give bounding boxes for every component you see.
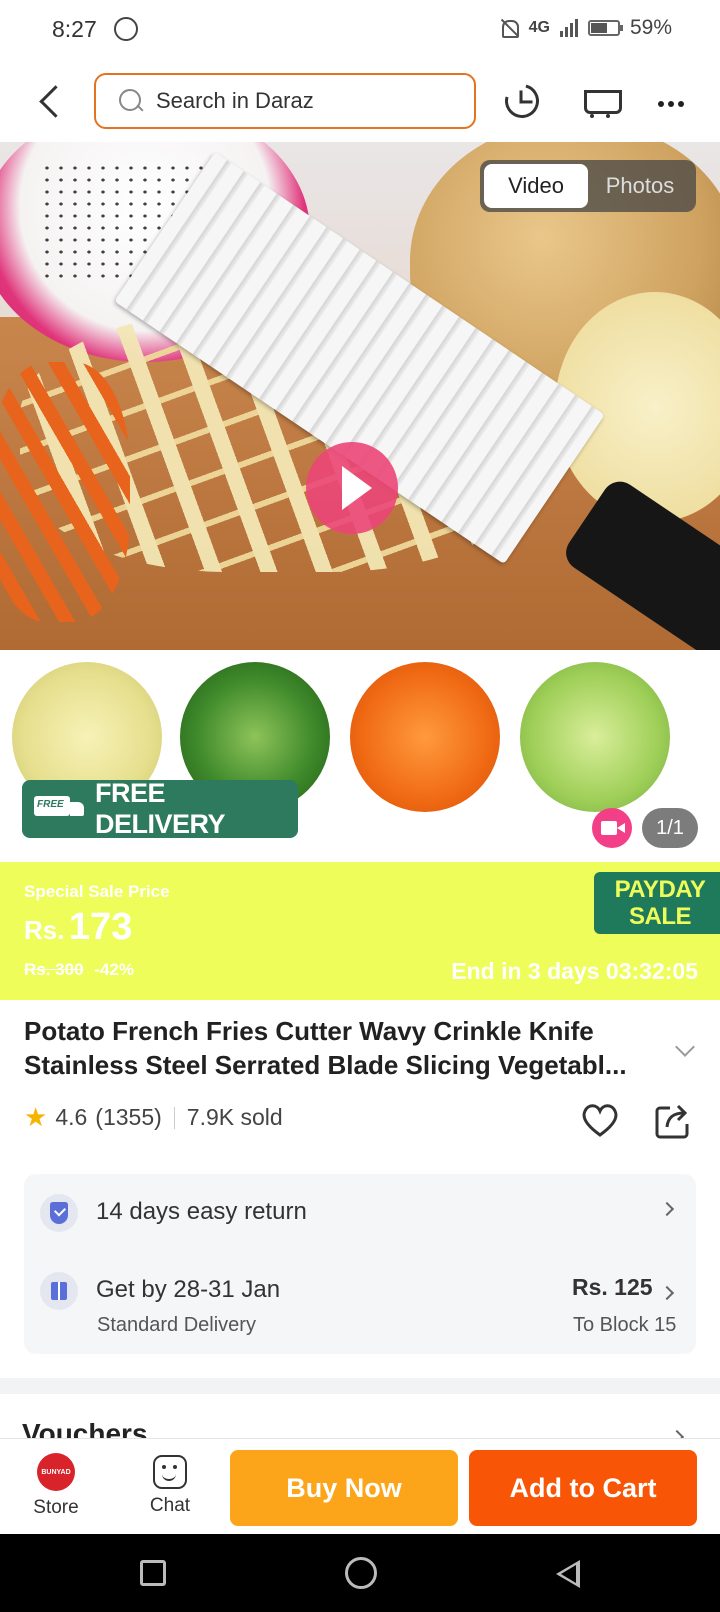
- divider: [173, 1106, 175, 1129]
- carrot-slices-image: [0, 362, 130, 622]
- payday-sale-badge: PAYDAY SALE: [594, 872, 720, 934]
- section-divider: [0, 1378, 720, 1394]
- sale-banner: Special Sale Price Rs. 173 Rs. 300 -42% …: [0, 862, 720, 1000]
- status-time: 8:27: [52, 16, 97, 42]
- system-nav-bar: [0, 1534, 720, 1612]
- shield-check-icon: [40, 1194, 78, 1232]
- tab-video[interactable]: Video: [484, 164, 588, 208]
- badge-line-2: SALE: [628, 903, 692, 930]
- bottom-action-bar: BUNYAD Store Chat Buy Now Add to Cart: [0, 1438, 720, 1534]
- search-icon: [118, 88, 144, 114]
- free-delivery-badge: FREE FREE DELIVERY: [22, 778, 298, 839]
- return-policy-row[interactable]: 14 days easy return: [24, 1182, 696, 1242]
- signal-icon: [559, 19, 578, 37]
- chat-button[interactable]: Chat: [140, 1453, 200, 1525]
- star-icon: ★: [24, 1102, 48, 1132]
- search-placeholder: Search in Daraz: [156, 88, 314, 113]
- history-icon[interactable]: [498, 77, 546, 125]
- thumbnail-strip: FREE FREE DELIVERY 1/1: [0, 650, 720, 862]
- badge-line-1: PAYDAY: [614, 876, 706, 903]
- bell-off-icon: [499, 18, 519, 38]
- free-delivery-label: FREE DELIVERY: [94, 778, 226, 839]
- delivery-card: 14 days easy return Get by 28-31 Jan Sta…: [24, 1174, 696, 1354]
- status-bar: 8:27 4G 59%: [0, 0, 720, 60]
- delivery-destination: To Block 15: [573, 1314, 677, 1336]
- share-icon[interactable]: [654, 1100, 690, 1140]
- package-icon: [40, 1272, 78, 1310]
- delivery-method: Standard Delivery: [97, 1314, 256, 1336]
- whatsapp-icon: [114, 17, 138, 41]
- battery-icon: [587, 20, 623, 36]
- sale-label: Special Sale Price: [24, 882, 170, 901]
- thumbnail-carrot[interactable]: [350, 662, 500, 812]
- return-policy-text: 14 days easy return: [96, 1198, 307, 1225]
- store-logo: BUNYAD: [37, 1453, 75, 1491]
- store-label: Store: [33, 1497, 79, 1518]
- media-toggle: Video Photos: [480, 160, 696, 212]
- video-camera-icon[interactable]: [592, 808, 632, 848]
- network-type: 4G: [528, 19, 550, 36]
- sale-price: Rs. 173: [24, 906, 132, 949]
- play-button[interactable]: [306, 442, 398, 534]
- chat-label: Chat: [149, 1495, 191, 1516]
- truck-icon: FREE: [34, 794, 87, 824]
- media-counter: 1/1: [642, 808, 698, 848]
- delivery-eta-text: Get by 28-31 Jan: [96, 1276, 281, 1303]
- discount-percent: -42%: [94, 960, 134, 979]
- buy-now-button[interactable]: Buy Now: [230, 1450, 458, 1526]
- old-price: Rs. 300: [24, 960, 84, 979]
- thumbnail-pickles[interactable]: [520, 662, 670, 812]
- home-icon[interactable]: [345, 1557, 377, 1589]
- more-icon[interactable]: [658, 94, 688, 107]
- delivery-fee: Rs. 125: [572, 1274, 653, 1300]
- sold-count: 7.9K sold: [186, 1104, 283, 1130]
- rating-row[interactable]: ★ 4.6 (1355) 7.9K sold: [24, 1102, 283, 1133]
- product-video-preview[interactable]: Video Photos: [0, 142, 720, 650]
- original-price: Rs. 300 -42%: [24, 960, 134, 980]
- review-count: (1355): [95, 1104, 162, 1130]
- tab-photos[interactable]: Photos: [588, 164, 692, 208]
- product-title: Potato French Fries Cutter Wavy Crinkle …: [24, 1016, 627, 1080]
- store-button[interactable]: BUNYAD Store: [26, 1453, 86, 1525]
- recent-apps-icon[interactable]: [140, 1560, 166, 1586]
- add-to-cart-button[interactable]: Add to Cart: [469, 1450, 697, 1526]
- header: Search in Daraz: [0, 60, 720, 142]
- rating-value: 4.6: [55, 1104, 88, 1130]
- currency: Rs.: [24, 915, 65, 945]
- chevron-down-icon[interactable]: [675, 1037, 695, 1057]
- battery-level: 59%: [629, 16, 672, 39]
- sale-timer: End in 3 days 03:32:05: [451, 958, 698, 984]
- status-indicators: 4G 59%: [499, 16, 672, 40]
- system-back-icon[interactable]: [556, 1560, 580, 1588]
- back-icon[interactable]: [36, 84, 66, 118]
- chat-bot-icon: [153, 1455, 187, 1489]
- search-input[interactable]: Search in Daraz: [94, 73, 476, 129]
- wishlist-heart-icon[interactable]: [580, 1100, 620, 1140]
- cart-icon[interactable]: [580, 84, 622, 120]
- price-amount: 173: [68, 906, 133, 948]
